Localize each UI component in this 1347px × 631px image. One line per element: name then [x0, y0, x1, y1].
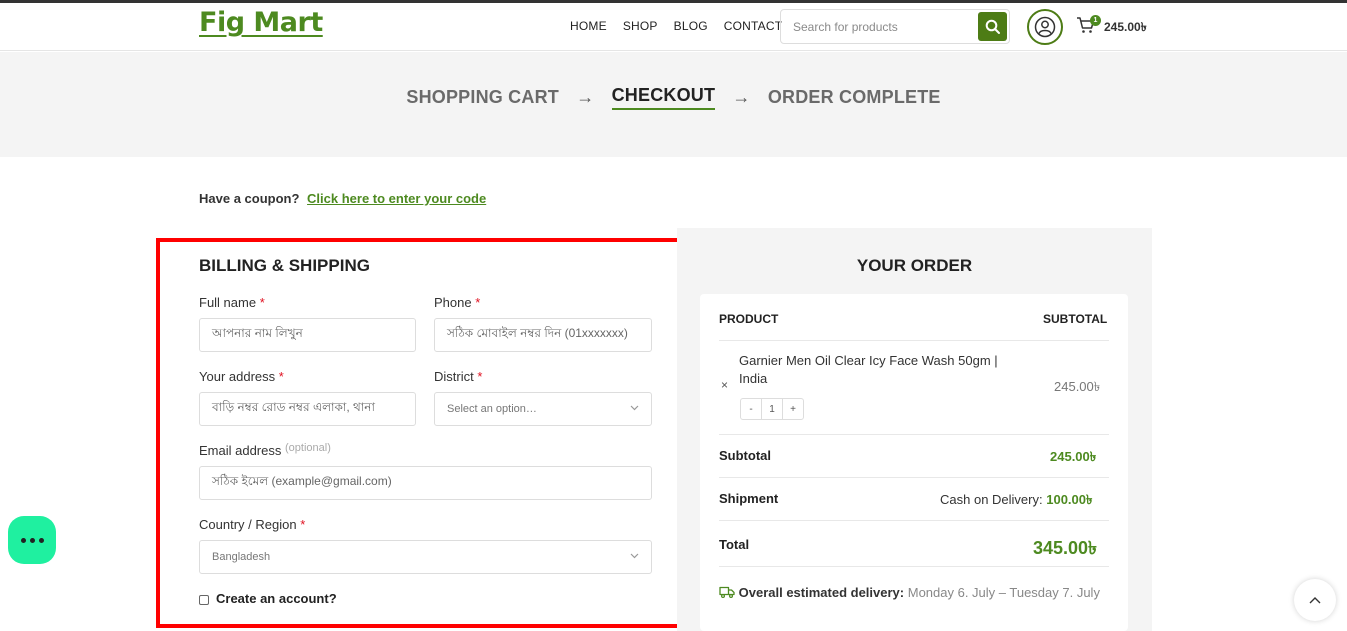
- coupon-notice: Have a coupon? Click here to enter your …: [199, 191, 486, 206]
- delivery-label: Overall estimated delivery:: [738, 585, 905, 600]
- site-logo[interactable]: Fig Mart: [199, 7, 323, 38]
- full-name-label: Full name *: [199, 295, 265, 310]
- coupon-link[interactable]: Click here to enter your code: [307, 191, 486, 206]
- delivery-dates: Monday 6. July – Tuesday 7. July: [907, 585, 1100, 600]
- quantity-stepper: - 1 +: [740, 398, 804, 420]
- search-button[interactable]: [978, 12, 1007, 41]
- site-header: Fig Mart HOME SHOP BLOG CONTACT 1 245.00…: [0, 3, 1347, 51]
- nav-contact[interactable]: CONTACT: [724, 19, 783, 33]
- chat-dot-icon: [38, 537, 44, 543]
- divider: [719, 477, 1109, 478]
- search-input[interactable]: [781, 10, 977, 43]
- scroll-to-top-button[interactable]: [1294, 579, 1336, 621]
- user-icon: [1034, 16, 1056, 38]
- col-product-header: PRODUCT: [719, 312, 779, 326]
- address-label: Your address *: [199, 369, 284, 384]
- qty-minus-button[interactable]: -: [741, 399, 761, 419]
- truck-icon: [719, 586, 735, 599]
- nav-blog[interactable]: BLOG: [674, 19, 708, 33]
- step-arrow-icon: →: [732, 87, 751, 107]
- divider: [719, 340, 1109, 341]
- divider: [719, 566, 1109, 567]
- chevron-down-icon: [630, 553, 639, 559]
- phone-field[interactable]: সঠিক মোবাইল নম্বর দিন (01xxxxxxx): [434, 318, 652, 352]
- subtotal-value: 245.00৳: [1050, 449, 1097, 464]
- col-subtotal-header: SUBTOTAL: [1043, 312, 1108, 326]
- shipment-option: Cash on Delivery: 100.00৳: [940, 491, 1092, 512]
- search-bar: [780, 9, 1010, 44]
- billing-title: BILLING & SHIPPING: [199, 256, 370, 275]
- divider: [719, 434, 1109, 435]
- chat-dot-icon: [29, 537, 35, 543]
- shipment-method: Cash on Delivery:: [940, 492, 1043, 507]
- chevron-down-icon: [630, 405, 639, 411]
- step-checkout[interactable]: CHECKOUT: [611, 85, 716, 110]
- district-select[interactable]: Select an option…: [434, 392, 652, 426]
- coupon-text: Have a coupon?: [199, 191, 300, 206]
- country-select-value: Bangladesh: [212, 551, 271, 563]
- subtotal-label: Subtotal: [719, 448, 771, 463]
- chat-dot-icon: [20, 537, 26, 543]
- country-select[interactable]: Bangladesh: [199, 540, 652, 574]
- cart-total[interactable]: 245.00৳: [1104, 19, 1147, 39]
- order-item-price: 245.00৳: [1054, 379, 1101, 394]
- checkout-steps: SHOPPING CART → CHECKOUT → ORDER COMPLET…: [0, 85, 1347, 110]
- main-nav: HOME SHOP BLOG CONTACT: [570, 19, 782, 33]
- shipment-value: 100.00৳: [1046, 492, 1093, 507]
- step-order-complete: ORDER COMPLETE: [767, 87, 941, 107]
- estimated-delivery: Overall estimated delivery: Monday 6. Ju…: [719, 582, 1114, 603]
- nav-shop[interactable]: SHOP: [623, 19, 658, 33]
- address-field[interactable]: বাড়ি নম্বর রোড নম্বর এলাকা, থানা: [199, 392, 416, 426]
- chat-widget-button[interactable]: [8, 516, 56, 564]
- chevron-up-icon: [1309, 597, 1321, 604]
- order-title: YOUR ORDER: [856, 256, 973, 275]
- account-button[interactable]: [1027, 9, 1063, 45]
- full-name-field[interactable]: আপনার নাম লিখুন: [199, 318, 416, 352]
- step-shopping-cart[interactable]: SHOPPING CART: [406, 87, 559, 108]
- country-label: Country / Region *: [199, 517, 306, 532]
- district-label: District *: [434, 369, 483, 384]
- qty-value[interactable]: 1: [761, 399, 783, 419]
- remove-item-icon[interactable]: ×: [721, 378, 728, 392]
- divider: [719, 520, 1109, 521]
- step-arrow-icon: →: [576, 87, 595, 107]
- total-label: Total: [719, 537, 750, 552]
- total-value: 345.00৳: [1033, 538, 1098, 558]
- checkout-steps-banner: SHOPPING CART → CHECKOUT → ORDER COMPLET…: [0, 52, 1347, 157]
- district-select-value: Select an option…: [447, 403, 537, 415]
- email-label: Email address (optional): [199, 442, 331, 458]
- phone-label: Phone *: [434, 295, 481, 310]
- email-field[interactable]: সঠিক ইমেল (example@gmail.com): [199, 466, 652, 500]
- cart-count-badge: 1: [1090, 15, 1101, 26]
- search-icon: [985, 19, 1000, 34]
- create-account-checkbox[interactable]: [199, 595, 209, 605]
- nav-home[interactable]: HOME: [570, 19, 607, 33]
- order-item-name[interactable]: Garnier Men Oil Clear Icy Face Wash 50gm…: [739, 352, 1029, 388]
- create-account-label[interactable]: Create an account?: [216, 591, 337, 606]
- shipment-label: Shipment: [719, 491, 779, 506]
- qty-plus-button[interactable]: +: [783, 399, 803, 419]
